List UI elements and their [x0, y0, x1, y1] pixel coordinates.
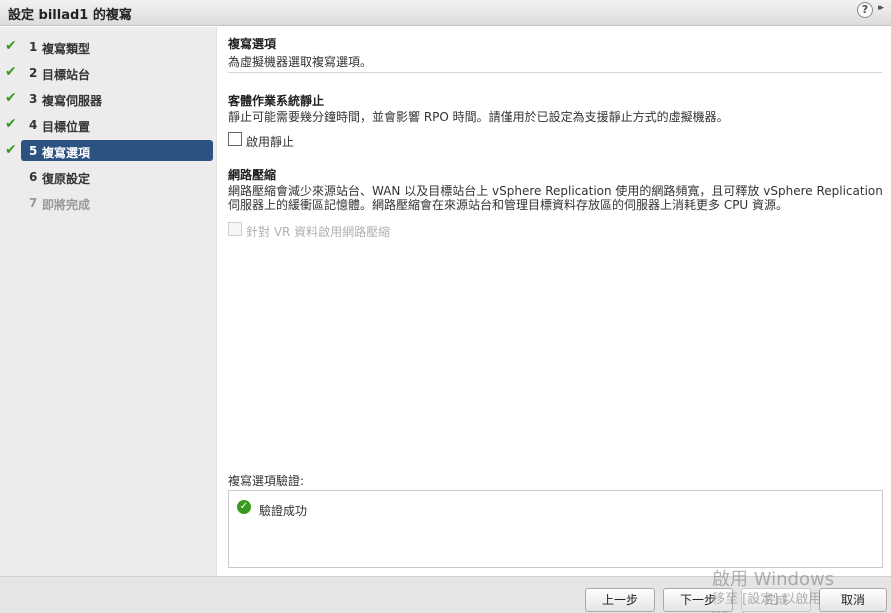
check-icon: ✔: [5, 38, 17, 54]
enable-quiesce-label[interactable]: 啟用靜止: [246, 133, 294, 150]
check-icon: ✔: [5, 116, 17, 132]
expand-icon[interactable]: ▸▸: [878, 3, 891, 17]
page-subtitle: 為虛擬機器選取複寫選項。: [228, 55, 373, 69]
back-button[interactable]: 上一步: [585, 588, 655, 612]
step-label: 復原設定: [42, 172, 91, 186]
step-label: 即將完成: [42, 198, 91, 212]
step-number: 7: [29, 196, 38, 210]
check-icon: ✔: [5, 64, 17, 80]
wizard-step-2[interactable]: ✔ 2 目標站台: [0, 62, 217, 83]
compression-section-description: 網路壓縮會減少來源站台、WAN 以及目標站台上 vSphere Replicat…: [228, 184, 883, 212]
windows-activation-watermark-sub: 移至 [設定] 以啟用 Windows。: [712, 592, 822, 613]
wizard-steps-sidebar: ✔ 1 複寫類型 ✔ 2 目標站台 ✔ 3 複寫伺服器 ✔ 4 目標位置 ✔ 5…: [0, 27, 217, 576]
step-label: 複寫伺服器: [42, 94, 103, 108]
enable-compression-label: 針對 VR 資料啟用網路壓縮: [246, 225, 391, 239]
enable-quiesce-checkbox[interactable]: [228, 132, 242, 146]
window-title: 設定 billad1 的複寫: [8, 8, 132, 23]
step-number: 5: [29, 144, 38, 158]
wizard-step-5[interactable]: ✔ 5 複寫選項: [0, 140, 217, 161]
wizard-step-3[interactable]: ✔ 3 複寫伺服器: [0, 88, 217, 109]
page-title: 複寫選項: [228, 37, 277, 51]
step-label: 複寫類型: [42, 42, 91, 56]
header-divider: [228, 72, 882, 73]
quiesce-section-description: 靜止可能需要幾分鐘時間，並會影響 RPO 時間。請僅用於已設定為支援靜止方式的虛…: [228, 110, 729, 124]
step-number: 1: [29, 40, 38, 54]
step-label: 目標位置: [42, 120, 91, 134]
validation-result-text: 驗證成功: [259, 504, 308, 518]
step-number: 6: [29, 170, 38, 184]
enable-compression-checkbox: [228, 222, 242, 236]
validation-title: 複寫選項驗證:: [228, 474, 305, 488]
success-icon: ✓: [237, 500, 251, 514]
step-number: 4: [29, 118, 38, 132]
quiesce-section-title: 客體作業系統靜止: [228, 94, 325, 108]
wizard-step-6[interactable]: 6 復原設定: [0, 166, 217, 187]
wizard-step-1[interactable]: ✔ 1 複寫類型: [0, 36, 217, 57]
wizard-step-7: 7 即將完成: [0, 192, 217, 213]
compression-section-title: 網路壓縮: [228, 168, 277, 182]
help-icon[interactable]: ?: [857, 2, 873, 18]
wizard-step-4[interactable]: ✔ 4 目標位置: [0, 114, 217, 135]
step-label: 目標站台: [42, 68, 91, 82]
step-number: 3: [29, 92, 38, 106]
step-label: 複寫選項: [42, 146, 91, 160]
check-icon: ✔: [5, 90, 17, 106]
check-icon: ✔: [5, 142, 17, 158]
title-bar: 設定 billad1 的複寫 ? ▸▸: [0, 0, 891, 26]
main-panel: 複寫選項 為虛擬機器選取複寫選項。 客體作業系統靜止 靜止可能需要幾分鐘時間，並…: [218, 27, 891, 576]
step-number: 2: [29, 66, 38, 80]
validation-result-box: ✓ 驗證成功: [228, 490, 883, 568]
